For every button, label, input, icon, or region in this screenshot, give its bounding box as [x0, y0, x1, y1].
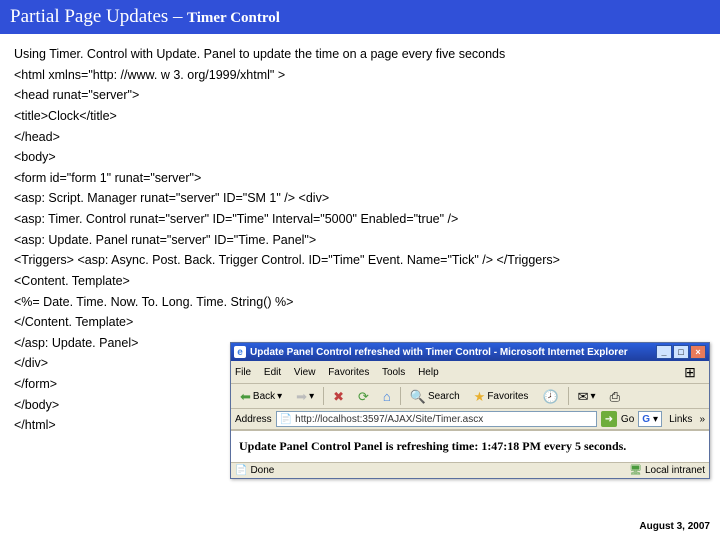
ie-page-content: Update Panel Control Panel is refreshing… — [231, 430, 709, 462]
ie-window: e Update Panel Control refreshed with Ti… — [230, 342, 710, 479]
back-label: Back — [253, 391, 275, 402]
page-icon: 📄 — [280, 414, 292, 425]
dropdown-icon: ▾ — [591, 391, 596, 402]
go-button[interactable]: ➜ — [601, 411, 617, 427]
back-icon: ⬅ — [240, 390, 251, 403]
maximize-button[interactable]: □ — [673, 345, 689, 359]
search-icon: 🔍 — [410, 390, 426, 403]
status-zone: Local intranet — [645, 465, 705, 476]
refresh-icon: ⟳ — [358, 390, 369, 403]
code-line: <Content. Template> — [14, 271, 706, 292]
forward-icon: ➡ — [296, 390, 307, 403]
code-line: <%= Date. Time. Now. To. Long. Time. Str… — [14, 292, 706, 313]
code-line: <asp: Timer. Control runat="server" ID="… — [14, 209, 706, 230]
home-icon: ⌂ — [383, 390, 391, 403]
code-line: <head runat="server"> — [14, 85, 706, 106]
intro-text: Using Timer. Control with Update. Panel … — [14, 44, 706, 65]
search-button[interactable]: 🔍 Search — [405, 388, 465, 405]
windows-flag-icon: ⊞ — [675, 363, 705, 381]
code-line: <asp: Update. Panel runat="server" ID="T… — [14, 230, 706, 251]
menu-favorites[interactable]: Favorites — [328, 367, 369, 378]
code-line: </Content. Template> — [14, 312, 706, 333]
star-icon: ★ — [474, 390, 486, 403]
links-expand-icon[interactable]: » — [699, 414, 705, 425]
minimize-button[interactable]: _ — [656, 345, 672, 359]
menu-help[interactable]: Help — [418, 367, 439, 378]
print-button[interactable]: ⎙ — [605, 388, 625, 405]
google-icon: G — [642, 414, 650, 425]
address-url: http://localhost:3597/AJAX/Site/Timer.as… — [295, 414, 483, 425]
menu-file[interactable]: File — [235, 367, 251, 378]
mail-icon: ✉ — [578, 390, 589, 403]
favorites-button[interactable]: ★ Favorites — [469, 388, 534, 405]
code-line: <form id="form 1" runat="server"> — [14, 168, 706, 189]
history-icon: 🕗 — [542, 390, 558, 403]
dropdown-icon: ▾ — [277, 391, 282, 402]
home-button[interactable]: ⌂ — [378, 388, 396, 405]
slide-header: Partial Page Updates – Timer Control — [0, 0, 720, 34]
ie-address-bar: Address 📄 http://localhost:3597/AJAX/Sit… — [231, 409, 709, 430]
address-label: Address — [235, 414, 272, 425]
dropdown-icon: ▾ — [309, 391, 314, 402]
forward-button[interactable]: ➡ ▾ — [291, 388, 319, 405]
refresh-button[interactable]: ⟳ — [353, 388, 374, 405]
toolbar-separator — [323, 387, 324, 405]
links-label[interactable]: Links — [666, 414, 695, 425]
ie-toolbar: ⬅ Back ▾ ➡ ▾ ✖ ⟳ ⌂ 🔍 Search ★ Favorites … — [231, 384, 709, 409]
done-icon: 📄 — [235, 465, 247, 476]
code-line: <body> — [14, 147, 706, 168]
close-button[interactable]: × — [690, 345, 706, 359]
header-title: Partial Page Updates – — [10, 6, 183, 27]
code-line: <title>Clock</title> — [14, 106, 706, 127]
history-button[interactable]: 🕗 — [537, 388, 563, 405]
code-line: </head> — [14, 127, 706, 148]
menu-edit[interactable]: Edit — [264, 367, 281, 378]
header-subtitle: Timer Control — [187, 10, 280, 26]
back-button[interactable]: ⬅ Back ▾ — [235, 388, 287, 405]
dropdown-icon: ▾ — [653, 414, 658, 425]
google-search-box[interactable]: G ▾ — [638, 411, 662, 427]
code-line: <asp: Script. Manager runat="server" ID=… — [14, 188, 706, 209]
footer-date: August 3, 2007 — [639, 521, 710, 532]
ie-status-bar: 📄 Done 🖥 Local intranet — [231, 462, 709, 478]
toolbar-separator — [400, 387, 401, 405]
menu-tools[interactable]: Tools — [382, 367, 405, 378]
favorites-label: Favorites — [487, 391, 528, 402]
code-line: <Triggers> <asp: Async. Post. Back. Trig… — [14, 250, 706, 271]
ie-window-title: Update Panel Control refreshed with Time… — [250, 347, 628, 358]
toolbar-separator — [568, 387, 569, 405]
ie-icon: e — [234, 346, 246, 358]
ie-titlebar[interactable]: e Update Panel Control refreshed with Ti… — [231, 343, 709, 361]
go-label: Go — [621, 414, 634, 425]
intranet-icon: 🖥 — [629, 465, 642, 476]
address-input[interactable]: 📄 http://localhost:3597/AJAX/Site/Timer.… — [276, 411, 597, 427]
menu-view[interactable]: View — [294, 367, 316, 378]
stop-icon: ✖ — [333, 390, 344, 403]
stop-button[interactable]: ✖ — [328, 388, 349, 405]
ie-menubar: File Edit View Favorites Tools Help ⊞ — [231, 361, 709, 384]
search-label: Search — [428, 391, 460, 402]
status-done: Done — [250, 465, 274, 476]
print-icon: ⎙ — [610, 390, 620, 403]
mail-button[interactable]: ✉▾ — [573, 388, 601, 405]
code-line: <html xmlns="http: //www. w 3. org/1999/… — [14, 65, 706, 86]
page-text: Update Panel Control Panel is refreshing… — [239, 439, 626, 453]
